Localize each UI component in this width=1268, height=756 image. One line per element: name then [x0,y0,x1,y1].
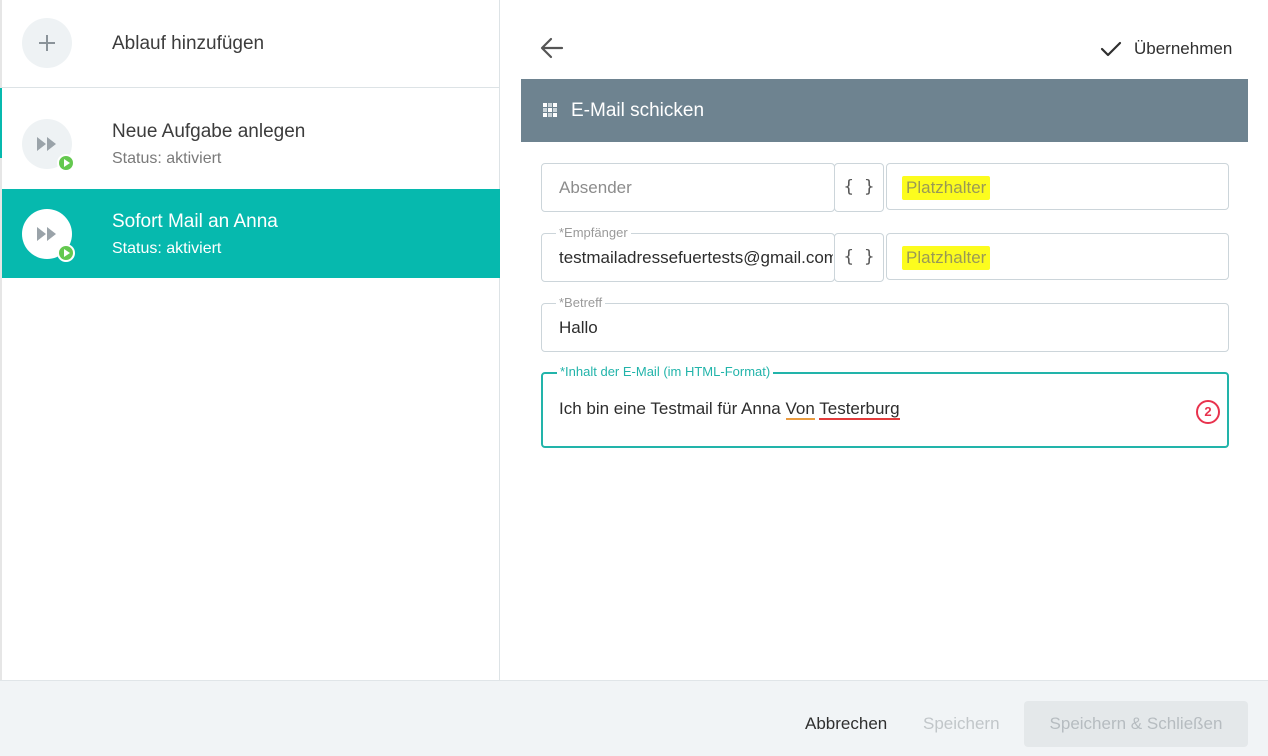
action-header: E-Mail schicken [521,79,1248,142]
subject-value: Hallo [559,318,598,337]
sender-field[interactable]: Absender [541,163,835,212]
flow-item-title: Sofort Mail an Anna [112,211,278,232]
flow-item-sofort-mail[interactable]: Sofort Mail an Anna Status: aktiviert [2,189,500,278]
dialog-footer: Abbrechen Speichern Speichern & Schließe… [0,680,1268,756]
play-status-icon [57,154,75,172]
flow-item-status: Status: aktiviert [112,150,222,167]
recipient-placeholder-select: Platzhalter [902,246,991,270]
spellcheck-error-badge[interactable]: 2 [1196,400,1220,424]
fast-forward-icon [22,119,75,172]
email-content-field[interactable]: *Inhalt der E-Mail (im HTML-Format) Ich … [541,364,1229,448]
flow-sidebar: Ablauf hinzufügen Neue Aufgabe anlegen S… [0,0,500,680]
cancel-button[interactable]: Abbrechen [805,714,887,734]
sender-placeholder-select: Platzhalter [902,176,991,200]
recipient-field[interactable]: *Empfänger testmailadressefuertests@gmai… [541,225,835,282]
recipient-placeholder-button[interactable]: { } [834,233,884,282]
apply-label: Übernehmen [1134,39,1233,58]
flow-item-title: Neue Aufgabe anlegen [112,121,306,142]
apply-button[interactable]: Übernehmen [1100,36,1232,62]
sender-placeholder-button[interactable]: { } [834,163,884,212]
check-icon [1100,41,1122,57]
back-arrow-icon[interactable] [538,34,566,62]
recipient-placeholder-field[interactable]: Platzhalter [886,233,1229,280]
fast-forward-icon [22,209,75,262]
dots-grid-icon [543,103,557,117]
recipient-value: testmailadressefuertests@gmail.com [559,248,833,267]
email-content-value: Ich bin eine Testmail für Anna Von Teste… [559,399,900,420]
flow-item-indicator [0,88,2,158]
email-content-label: *Inhalt der E-Mail (im HTML-Format) [557,364,774,379]
action-title: E-Mail schicken [571,100,705,121]
add-flow-label: Ablauf hinzufügen [112,33,265,54]
plus-icon [22,18,72,68]
subject-field[interactable]: *Betreff Hallo [541,295,1229,352]
save-button[interactable]: Speichern [923,714,1000,734]
spellcheck-word: Testerburg [819,399,900,420]
flow-item-status: Status: aktiviert [112,240,222,257]
spellcheck-word: Von [785,399,815,420]
sender-placeholder-field[interactable]: Platzhalter [886,163,1229,210]
flow-item-neue-aufgabe[interactable]: Neue Aufgabe anlegen Status: aktiviert [0,88,500,188]
play-status-icon [57,244,75,262]
subject-label: *Betreff [556,295,606,310]
add-flow-button[interactable]: Ablauf hinzufügen [2,0,500,88]
sender-placeholder: Absender [559,178,632,197]
recipient-label: *Empfänger [556,225,631,240]
save-and-close-button[interactable]: Speichern & Schließen [1024,701,1248,747]
